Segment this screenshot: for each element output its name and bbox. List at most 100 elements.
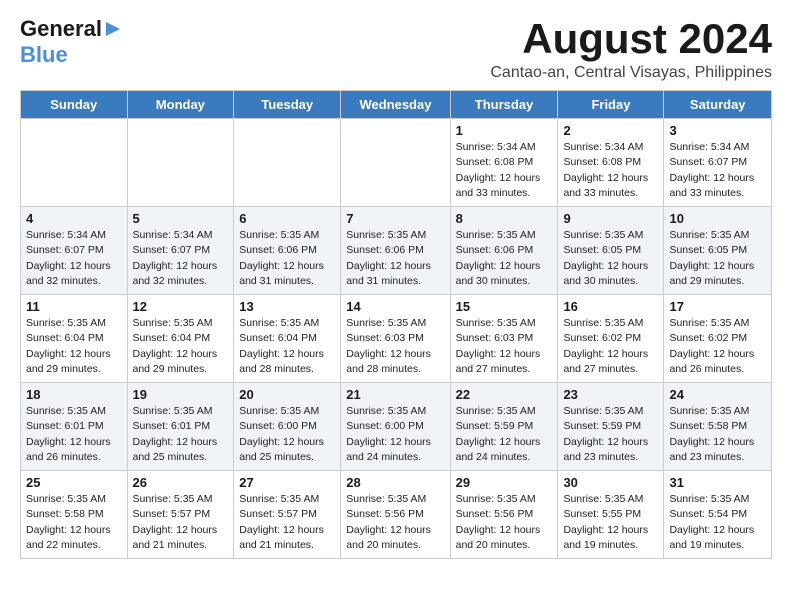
day-number: 1 xyxy=(456,123,553,138)
calendar-header-row: SundayMondayTuesdayWednesdayThursdayFrid… xyxy=(21,91,772,119)
day-info: Sunrise: 5:35 AM Sunset: 6:01 PM Dayligh… xyxy=(26,404,122,465)
calendar-cell: 23 Sunrise: 5:35 AM Sunset: 5:59 PM Dayli… xyxy=(558,383,664,471)
logo-blue: Blue xyxy=(20,42,68,68)
day-info: Sunrise: 5:35 AM Sunset: 6:05 PM Dayligh… xyxy=(669,228,766,289)
day-info: Sunrise: 5:35 AM Sunset: 5:58 PM Dayligh… xyxy=(669,404,766,465)
day-info: Sunrise: 5:35 AM Sunset: 6:02 PM Dayligh… xyxy=(669,316,766,377)
calendar-cell: 26Sunrise: 5:35 AM Sunset: 5:57 PM Dayli… xyxy=(127,471,234,559)
month-title: August 2024 xyxy=(490,16,772,62)
day-number: 30 xyxy=(563,475,658,490)
calendar-cell: 7Sunrise: 5:35 AM Sunset: 6:06 PM Daylig… xyxy=(341,207,450,295)
calendar-cell xyxy=(21,119,128,207)
weekday-header-monday: Monday xyxy=(127,91,234,119)
day-number: 28 xyxy=(346,475,444,490)
day-number: 3 xyxy=(669,123,766,138)
calendar-week-5: 25Sunrise: 5:35 AM Sunset: 5:58 PM Dayli… xyxy=(21,471,772,559)
day-info: Sunrise: 5:35 AM Sunset: 5:59 PM Dayligh… xyxy=(563,404,658,465)
day-number: 16 xyxy=(563,299,658,314)
calendar-cell: 4 Sunrise: 5:34 AM Sunset: 6:07 PM Daylig… xyxy=(21,207,128,295)
day-number: 25 xyxy=(26,475,122,490)
calendar-cell xyxy=(341,119,450,207)
calendar-cell: 22Sunrise: 5:35 AM Sunset: 5:59 PM Dayli… xyxy=(450,383,558,471)
weekday-header-sunday: Sunday xyxy=(21,91,128,119)
day-number: 23 xyxy=(563,387,658,402)
day-info: Sunrise: 5:35 AM Sunset: 6:05 PM Dayligh… xyxy=(563,228,658,289)
day-number: 20 xyxy=(239,387,335,402)
calendar-cell: 11Sunrise: 5:35 AM Sunset: 6:04 PM Dayli… xyxy=(21,295,128,383)
weekday-header-saturday: Saturday xyxy=(664,91,772,119)
calendar-cell: 29 Sunrise: 5:35 AM Sunset: 5:56 PM Dayli… xyxy=(450,471,558,559)
calendar-cell: 15 Sunrise: 5:35 AM Sunset: 6:03 PM Dayli… xyxy=(450,295,558,383)
logo-arrow-icon xyxy=(104,20,122,38)
day-info: Sunrise: 5:34 AM Sunset: 6:07 PM Dayligh… xyxy=(26,228,122,289)
day-number: 15 xyxy=(456,299,553,314)
day-info: Sunrise: 5:34 AM Sunset: 6:07 PM Dayligh… xyxy=(669,140,766,201)
day-number: 24 xyxy=(669,387,766,402)
day-info: Sunrise: 5:35 AM Sunset: 5:57 PM Dayligh… xyxy=(239,492,335,553)
calendar-cell: 21 Sunrise: 5:35 AM Sunset: 6:00 PM Dayli… xyxy=(341,383,450,471)
logo: General Blue xyxy=(20,16,122,68)
calendar-cell: 28Sunrise: 5:35 AM Sunset: 5:56 PM Dayli… xyxy=(341,471,450,559)
day-info: Sunrise: 5:35 AM Sunset: 6:04 PM Dayligh… xyxy=(239,316,335,377)
calendar-cell: 6Sunrise: 5:35 AM Sunset: 6:06 PM Daylig… xyxy=(234,207,341,295)
day-number: 18 xyxy=(26,387,122,402)
calendar-cell: 31 Sunrise: 5:35 AM Sunset: 5:54 PM Dayli… xyxy=(664,471,772,559)
calendar-cell: 30 Sunrise: 5:35 AM Sunset: 5:55 PM Dayli… xyxy=(558,471,664,559)
day-info: Sunrise: 5:35 AM Sunset: 5:59 PM Dayligh… xyxy=(456,404,553,465)
weekday-header-wednesday: Wednesday xyxy=(341,91,450,119)
calendar-cell: 24 Sunrise: 5:35 AM Sunset: 5:58 PM Dayli… xyxy=(664,383,772,471)
day-number: 17 xyxy=(669,299,766,314)
day-number: 21 xyxy=(346,387,444,402)
calendar-week-4: 18 Sunrise: 5:35 AM Sunset: 6:01 PM Dayli… xyxy=(21,383,772,471)
calendar-cell: 5Sunrise: 5:34 AM Sunset: 6:07 PM Daylig… xyxy=(127,207,234,295)
day-info: Sunrise: 5:35 AM Sunset: 5:56 PM Dayligh… xyxy=(456,492,553,553)
day-number: 11 xyxy=(26,299,122,314)
calendar-cell: 9 Sunrise: 5:35 AM Sunset: 6:05 PM Daylig… xyxy=(558,207,664,295)
day-info: Sunrise: 5:35 AM Sunset: 6:03 PM Dayligh… xyxy=(346,316,444,377)
calendar-cell: 17 Sunrise: 5:35 AM Sunset: 6:02 PM Dayli… xyxy=(664,295,772,383)
day-number: 4 xyxy=(26,211,122,226)
day-info: Sunrise: 5:35 AM Sunset: 6:04 PM Dayligh… xyxy=(133,316,229,377)
calendar-week-2: 4 Sunrise: 5:34 AM Sunset: 6:07 PM Daylig… xyxy=(21,207,772,295)
calendar-cell: 2Sunrise: 5:34 AM Sunset: 6:08 PM Daylig… xyxy=(558,119,664,207)
title-area: August 2024 Cantao-an, Central Visayas, … xyxy=(490,16,772,82)
logo-general: General xyxy=(20,16,102,42)
day-number: 8 xyxy=(456,211,553,226)
day-info: Sunrise: 5:35 AM Sunset: 5:54 PM Dayligh… xyxy=(669,492,766,553)
day-info: Sunrise: 5:35 AM Sunset: 5:55 PM Dayligh… xyxy=(563,492,658,553)
calendar-cell xyxy=(234,119,341,207)
calendar-cell: 16Sunrise: 5:35 AM Sunset: 6:02 PM Dayli… xyxy=(558,295,664,383)
calendar-cell: 20 Sunrise: 5:35 AM Sunset: 6:00 PM Dayli… xyxy=(234,383,341,471)
calendar-table: SundayMondayTuesdayWednesdayThursdayFrid… xyxy=(20,90,772,559)
calendar-cell: 12Sunrise: 5:35 AM Sunset: 6:04 PM Dayli… xyxy=(127,295,234,383)
day-number: 19 xyxy=(133,387,229,402)
day-info: Sunrise: 5:35 AM Sunset: 6:06 PM Dayligh… xyxy=(239,228,335,289)
calendar-cell: 25Sunrise: 5:35 AM Sunset: 5:58 PM Dayli… xyxy=(21,471,128,559)
calendar-cell: 1 Sunrise: 5:34 AM Sunset: 6:08 PM Daylig… xyxy=(450,119,558,207)
page-header: General Blue August 2024 Cantao-an, Cent… xyxy=(20,16,772,82)
calendar-cell: 14 Sunrise: 5:35 AM Sunset: 6:03 PM Dayli… xyxy=(341,295,450,383)
weekday-header-tuesday: Tuesday xyxy=(234,91,341,119)
day-number: 10 xyxy=(669,211,766,226)
day-info: Sunrise: 5:35 AM Sunset: 6:00 PM Dayligh… xyxy=(346,404,444,465)
calendar-cell: 19Sunrise: 5:35 AM Sunset: 6:01 PM Dayli… xyxy=(127,383,234,471)
day-info: Sunrise: 5:35 AM Sunset: 6:03 PM Dayligh… xyxy=(456,316,553,377)
day-info: Sunrise: 5:35 AM Sunset: 6:00 PM Dayligh… xyxy=(239,404,335,465)
location-subtitle: Cantao-an, Central Visayas, Philippines xyxy=(490,64,772,82)
day-number: 9 xyxy=(563,211,658,226)
calendar-week-1: 1 Sunrise: 5:34 AM Sunset: 6:08 PM Daylig… xyxy=(21,119,772,207)
calendar-cell: 27Sunrise: 5:35 AM Sunset: 5:57 PM Dayli… xyxy=(234,471,341,559)
day-number: 14 xyxy=(346,299,444,314)
weekday-header-thursday: Thursday xyxy=(450,91,558,119)
day-info: Sunrise: 5:34 AM Sunset: 6:08 PM Dayligh… xyxy=(456,140,553,201)
calendar-cell: 18 Sunrise: 5:35 AM Sunset: 6:01 PM Dayli… xyxy=(21,383,128,471)
day-info: Sunrise: 5:34 AM Sunset: 6:08 PM Dayligh… xyxy=(563,140,658,201)
day-number: 29 xyxy=(456,475,553,490)
day-number: 31 xyxy=(669,475,766,490)
day-info: Sunrise: 5:34 AM Sunset: 6:07 PM Dayligh… xyxy=(133,228,229,289)
day-number: 13 xyxy=(239,299,335,314)
weekday-header-friday: Friday xyxy=(558,91,664,119)
calendar-cell: 8Sunrise: 5:35 AM Sunset: 6:06 PM Daylig… xyxy=(450,207,558,295)
calendar-week-3: 11 Sunrise: 5:35 AM Sunset: 6:04 PM Dayli… xyxy=(21,295,772,383)
day-number: 7 xyxy=(346,211,444,226)
